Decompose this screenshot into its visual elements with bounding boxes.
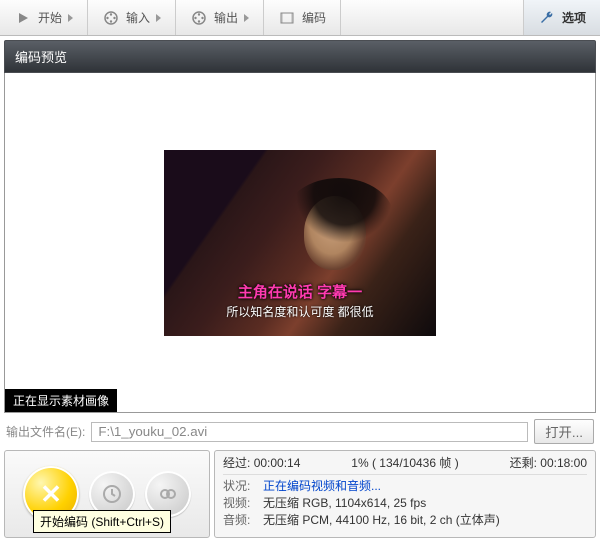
input-tab[interactable]: 输入 xyxy=(88,0,176,35)
video-value: 无压缩 RGB, 1104x614, 25 fps xyxy=(263,495,426,512)
audio-row: 音频: 无压缩 PCM, 44100 Hz, 16 bit, 2 ch (立体声… xyxy=(223,512,587,529)
encode-tab[interactable]: 编码 xyxy=(264,0,341,35)
progress-text: 1% ( 134/10436 帧 ) xyxy=(300,454,509,471)
reel-icon xyxy=(102,9,120,27)
preview-area: 主角在说话 字幕一 所以知名度和认可度 都很低 正在显示素材画像 xyxy=(4,73,596,413)
output-file-label: 输出文件名(E): xyxy=(6,423,85,440)
options-label: 选项 xyxy=(562,9,586,26)
preview-status-tag: 正在显示素材画像 xyxy=(5,389,117,412)
chevron-right-icon xyxy=(244,14,249,22)
encode-tooltip: 开始编码 (Shift+Ctrl+S) xyxy=(33,510,171,533)
film-icon xyxy=(278,9,296,27)
progress-row: 经过: 00:00:14 1% ( 134/10436 帧 ) 还剩: 00:1… xyxy=(223,454,587,475)
main-toolbar: 开始 输入 输出 编码 选项 xyxy=(0,0,600,36)
wrench-icon xyxy=(538,9,556,27)
start-tab[interactable]: 开始 xyxy=(0,0,88,35)
play-icon xyxy=(14,9,32,27)
audio-label: 音频: xyxy=(223,512,257,529)
elapsed-text: 经过: 00:00:14 xyxy=(223,454,300,471)
chevron-right-icon xyxy=(156,14,161,22)
encode-label: 编码 xyxy=(302,9,326,26)
audio-value: 无压缩 PCM, 44100 Hz, 16 bit, 2 ch (立体声) xyxy=(263,512,500,529)
input-label: 输入 xyxy=(126,9,150,26)
preview-panel-header: 编码预览 xyxy=(4,40,596,73)
video-row: 视频: 无压缩 RGB, 1104x614, 25 fps xyxy=(223,495,587,512)
status-row: 状况: 正在编码视频和音频... xyxy=(223,478,587,495)
preview-thumbnail: 主角在说话 字幕一 所以知名度和认可度 都很低 xyxy=(164,150,436,336)
video-label: 视频: xyxy=(223,495,257,512)
reel-icon xyxy=(190,9,208,27)
remain-text: 还剩: 00:18:00 xyxy=(510,454,587,471)
subtitle-primary: 主角在说话 字幕一 xyxy=(164,281,436,302)
control-panel: 开始编码 (Shift+Ctrl+S) xyxy=(4,450,210,538)
link-icon xyxy=(157,483,179,505)
output-label: 输出 xyxy=(214,9,238,26)
clock-icon xyxy=(101,483,123,505)
output-file-row: 输出文件名(E): 打开... xyxy=(4,413,596,450)
subtitle-secondary: 所以知名度和认可度 都很低 xyxy=(164,303,436,320)
status-label: 状况: xyxy=(223,478,257,495)
options-tab[interactable]: 选项 xyxy=(523,0,600,35)
browse-button[interactable]: 打开... xyxy=(534,419,594,444)
info-panel: 经过: 00:00:14 1% ( 134/10436 帧 ) 还剩: 00:1… xyxy=(214,450,596,538)
chevron-right-icon xyxy=(68,14,73,22)
output-file-input[interactable] xyxy=(91,422,528,442)
output-tab[interactable]: 输出 xyxy=(176,0,264,35)
status-value[interactable]: 正在编码视频和音频... xyxy=(263,478,381,495)
start-label: 开始 xyxy=(38,9,62,26)
